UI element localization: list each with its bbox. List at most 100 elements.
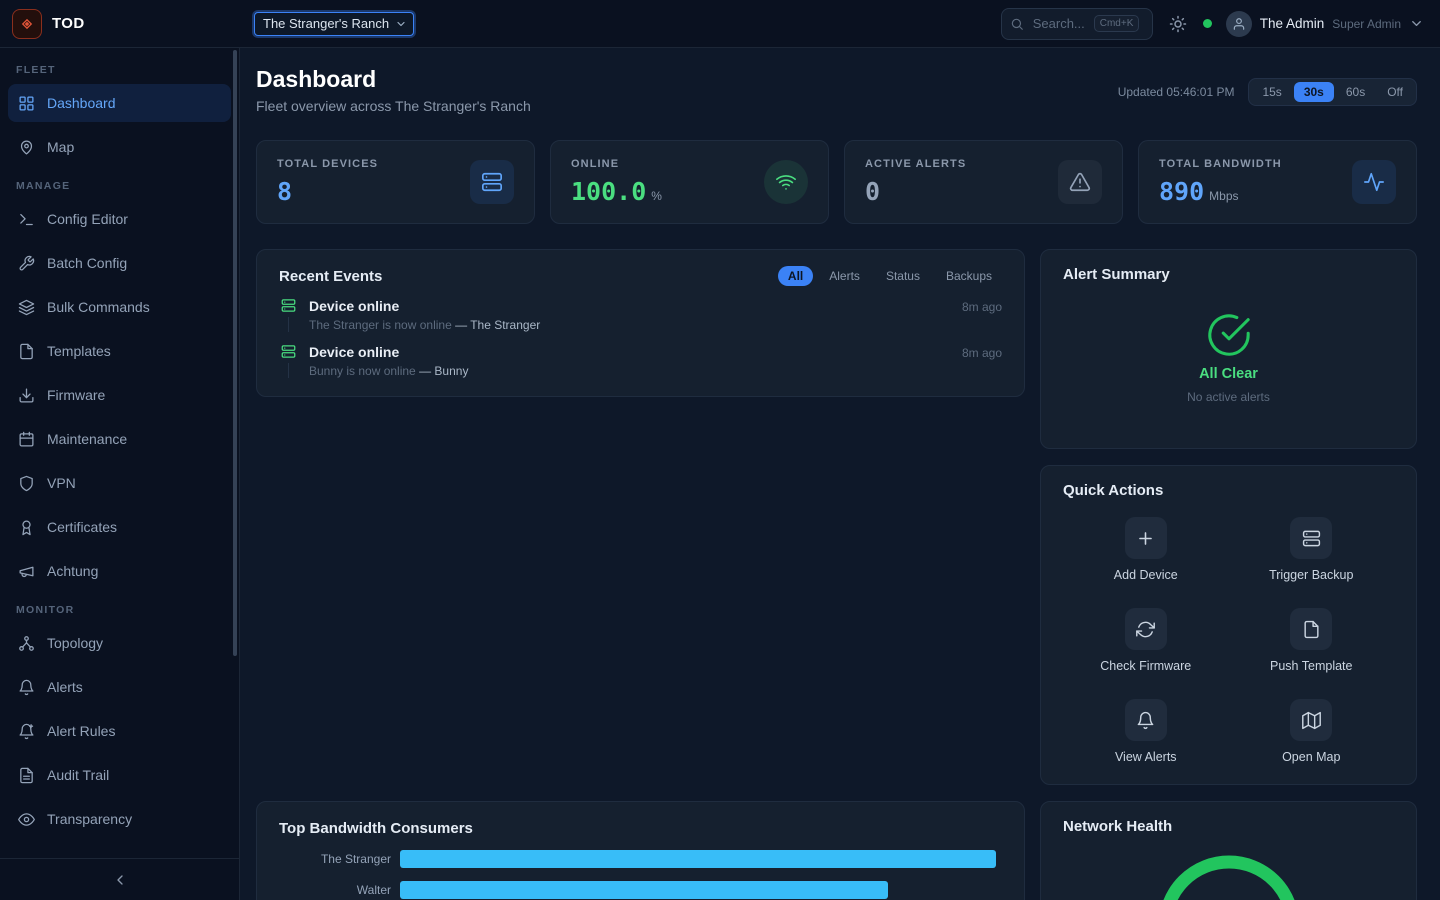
theme-toggle-button[interactable]	[1167, 13, 1189, 35]
filter-alerts-button[interactable]: Alerts	[819, 266, 870, 286]
sidebar-item-label: Firmware	[47, 387, 105, 403]
event-time: 8m ago	[962, 300, 1002, 314]
sidebar-item-certificates[interactable]: Certificates	[8, 508, 231, 546]
network-health-card: Network Health	[1040, 801, 1417, 900]
updated-timestamp: Updated 05:46:01 PM	[1118, 85, 1235, 99]
wrench-icon	[18, 255, 35, 272]
sidebar-item-topology[interactable]: Topology	[8, 624, 231, 662]
activity-icon	[1352, 160, 1396, 204]
sidebar-item-achtung[interactable]: Achtung	[8, 552, 231, 590]
org-select[interactable]: The Stranger's Ranch	[254, 12, 414, 36]
calendar-icon	[18, 431, 35, 448]
filter-backups-button[interactable]: Backups	[936, 266, 1002, 286]
event-description: The Stranger is now online	[309, 318, 452, 332]
quick-action-trigger-backup[interactable]: Trigger Backup	[1229, 517, 1395, 582]
quick-action-open-map[interactable]: Open Map	[1229, 699, 1395, 764]
avatar	[1226, 11, 1252, 37]
stat-value: 100.0	[571, 177, 646, 206]
search-input[interactable]	[1031, 15, 1087, 32]
bandwidth-row: The Stranger	[279, 850, 1002, 868]
award-icon	[18, 519, 35, 536]
sidebar-item-label: Config Editor	[47, 211, 128, 227]
user-menu[interactable]: The Admin Super Admin	[1226, 11, 1424, 37]
quick-action-label: Open Map	[1282, 750, 1340, 764]
sidebar-scrollbar[interactable]	[233, 50, 237, 656]
quick-action-push-template[interactable]: Push Template	[1229, 608, 1395, 673]
sidebar-item-config-editor[interactable]: Config Editor	[8, 200, 231, 238]
org-select-value: The Stranger's Ranch	[263, 16, 389, 31]
alert-triangle-icon	[1058, 160, 1102, 204]
chevron-left-icon	[112, 872, 128, 888]
sidebar-item-vpn[interactable]: VPN	[8, 464, 231, 502]
network-health-gauge	[1063, 851, 1394, 900]
sidebar-item-batch-config[interactable]: Batch Config	[8, 244, 231, 282]
nav-section-manage: MANAGE	[16, 180, 223, 192]
filter-all-button[interactable]: All	[778, 266, 813, 286]
layout-grid-icon	[18, 95, 35, 112]
quick-actions-title: Quick Actions	[1063, 482, 1394, 499]
sidebar-item-bulk-commands[interactable]: Bulk Commands	[8, 288, 231, 326]
topbar-brand-area: TOD	[0, 9, 240, 39]
quick-action-view-alerts[interactable]: View Alerts	[1063, 699, 1229, 764]
sidebar-item-dashboard[interactable]: Dashboard	[8, 84, 231, 122]
stat-value: 890	[1159, 177, 1204, 206]
quick-action-label: Check Firmware	[1100, 659, 1191, 673]
sidebar-item-alerts[interactable]: Alerts	[8, 668, 231, 706]
event-device: — The Stranger	[455, 318, 540, 332]
collapse-sidebar-button[interactable]	[108, 868, 132, 892]
stat-unit: %	[651, 189, 662, 203]
quick-action-check-firmware[interactable]: Check Firmware	[1063, 608, 1229, 673]
bandwidth-bar	[400, 881, 888, 899]
sidebar-item-alert-rules[interactable]: Alert Rules	[8, 712, 231, 750]
server-icon	[470, 160, 514, 204]
stat-card-active-alerts: ACTIVE ALERTS 0	[844, 140, 1123, 224]
chevron-down-icon	[1409, 16, 1424, 31]
bell-plus-icon	[18, 723, 35, 740]
sidebar-item-transparency[interactable]: Transparency	[8, 800, 231, 838]
sidebar-item-maintenance[interactable]: Maintenance	[8, 420, 231, 458]
refresh-30s-button[interactable]: 30s	[1294, 82, 1334, 102]
sun-icon	[1169, 15, 1187, 33]
sidebar-item-audit-trail[interactable]: Audit Trail	[8, 756, 231, 794]
quick-action-label: View Alerts	[1115, 750, 1177, 764]
file-text-icon	[18, 767, 35, 784]
alert-status: All Clear	[1199, 366, 1258, 382]
eye-icon	[18, 811, 35, 828]
sidebar-item-firmware[interactable]: Firmware	[8, 376, 231, 414]
stat-value: 0	[865, 177, 880, 206]
bandwidth-device-label: Walter	[279, 883, 391, 897]
alert-summary-card: Alert Summary All Clear No active alerts	[1040, 249, 1417, 449]
sidebar: FLEET Dashboard Map MANAGE Config Editor…	[0, 48, 240, 900]
stats-row: TOTAL DEVICES 8 ONLINE 100.0 %	[256, 140, 1417, 224]
quick-action-label: Add Device	[1114, 568, 1178, 582]
filter-status-button[interactable]: Status	[876, 266, 930, 286]
event-device: — Bunny	[419, 364, 468, 378]
search-shortcut-badge: Cmd+K	[1094, 15, 1140, 32]
app-logo-icon	[12, 9, 42, 39]
wifi-icon	[764, 160, 808, 204]
sidebar-item-label: Certificates	[47, 519, 117, 535]
nav-section-fleet: FLEET	[16, 64, 223, 76]
refresh-off-button[interactable]: Off	[1377, 82, 1413, 102]
timeline-connector	[288, 317, 289, 332]
quick-action-add-device[interactable]: Add Device	[1063, 517, 1229, 582]
layers-icon	[18, 299, 35, 316]
refresh-60s-button[interactable]: 60s	[1336, 82, 1375, 102]
sidebar-item-label: Maintenance	[47, 431, 127, 447]
sidebar-item-label: Dashboard	[47, 95, 116, 111]
megaphone-icon	[18, 563, 35, 580]
event-row[interactable]: Device online 8m ago Bunny is now online…	[279, 344, 1002, 378]
brand-name: TOD	[52, 15, 85, 32]
sidebar-item-templates[interactable]: Templates	[8, 332, 231, 370]
bell-icon	[18, 679, 35, 696]
event-description: Bunny is now online	[309, 364, 416, 378]
user-icon	[1232, 17, 1246, 31]
nav-section-monitor: MONITOR	[16, 604, 223, 616]
page-subtitle: Fleet overview across The Stranger's Ran…	[256, 98, 531, 114]
search-box[interactable]: Cmd+K	[1001, 8, 1153, 40]
refresh-15s-button[interactable]: 15s	[1252, 82, 1291, 102]
sidebar-item-label: Templates	[47, 343, 111, 359]
shield-icon	[18, 475, 35, 492]
event-row[interactable]: Device online 8m ago The Stranger is now…	[279, 298, 1002, 332]
sidebar-item-map[interactable]: Map	[8, 128, 231, 166]
